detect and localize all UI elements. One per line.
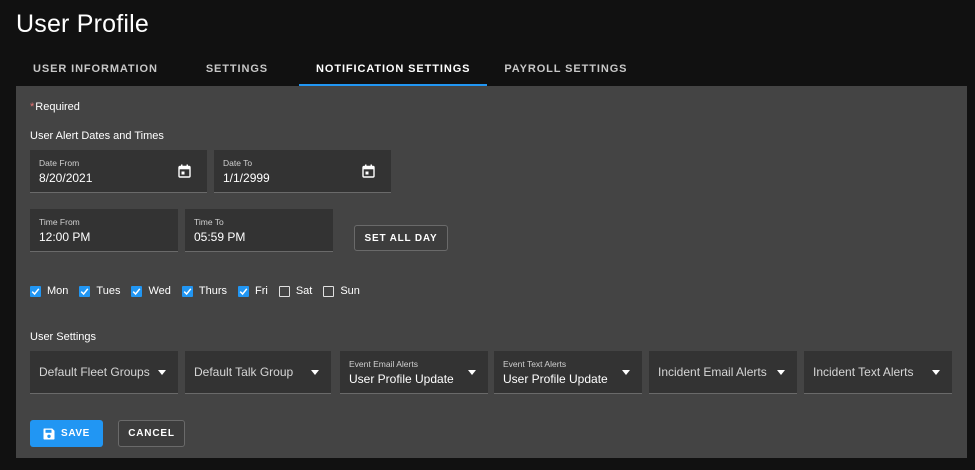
incident-email-alerts-placeholder: Incident Email Alerts [658, 365, 767, 379]
tab-payroll-settings[interactable]: PAYROLL SETTINGS [487, 52, 644, 86]
incident-email-alerts-select[interactable]: Incident Email Alerts [649, 351, 797, 394]
caret-down-icon [932, 370, 940, 375]
page-title: User Profile [16, 10, 149, 38]
tab-user-information[interactable]: USER INFORMATION [16, 52, 175, 86]
date-to-value: 1/1/2999 [223, 171, 270, 185]
day-monday[interactable]: Mon [30, 285, 68, 297]
day-sunday[interactable]: Sun [323, 285, 360, 297]
checkbox-checked-icon[interactable] [181, 285, 193, 297]
day-label: Sat [295, 285, 313, 297]
checkbox-unchecked-icon[interactable] [323, 285, 335, 297]
weekday-checkboxes: Mon Tues Wed Thurs Fri Sat Sun [30, 285, 371, 297]
day-wednesday[interactable]: Wed [131, 285, 171, 297]
required-text: Required [35, 101, 80, 113]
incident-text-alerts-select[interactable]: Incident Text Alerts [804, 351, 952, 394]
event-email-alerts-select[interactable]: Event Email Alerts User Profile Update [340, 351, 488, 394]
time-to-label: Time To [194, 217, 224, 227]
default-fleet-groups-select[interactable]: Default Fleet Groups [30, 351, 178, 394]
day-label: Thurs [198, 285, 227, 297]
caret-down-icon [622, 370, 630, 375]
checkbox-unchecked-icon[interactable] [278, 285, 290, 297]
date-from-label: Date From [39, 158, 80, 168]
event-text-alerts-value: User Profile Update [503, 372, 608, 386]
calendar-icon[interactable] [178, 164, 191, 178]
date-from-value: 8/20/2021 [39, 171, 93, 185]
save-button-label: SAVE [61, 428, 90, 439]
day-label: Wed [148, 285, 171, 297]
time-to-field[interactable]: Time To 05:59 PM [185, 209, 333, 252]
date-to-field[interactable]: Date To 1/1/2999 [214, 150, 391, 193]
user-alert-section-title: User Alert Dates and Times [30, 130, 164, 142]
day-label: Sun [340, 285, 360, 297]
time-from-value: 12:00 PM [39, 230, 91, 244]
caret-down-icon [777, 370, 785, 375]
day-label: Tues [96, 285, 121, 297]
time-to-value: 05:59 PM [194, 230, 246, 244]
event-email-alerts-value: User Profile Update [349, 372, 454, 386]
event-text-alerts-label: Event Text Alerts [503, 359, 567, 369]
calendar-icon[interactable] [362, 164, 375, 178]
save-button[interactable]: SAVE [30, 420, 103, 447]
default-talk-group-placeholder: Default Talk Group [194, 365, 294, 379]
caret-down-icon [158, 370, 166, 375]
default-talk-group-select[interactable]: Default Talk Group [185, 351, 331, 394]
cancel-button[interactable]: CANCEL [118, 420, 185, 447]
date-from-field[interactable]: Date From 8/20/2021 [30, 150, 207, 193]
day-saturday[interactable]: Sat [278, 285, 313, 297]
required-note: *Required [30, 101, 80, 113]
floppy-disk-icon [43, 428, 55, 439]
required-star: * [30, 101, 35, 113]
time-from-label: Time From [39, 217, 80, 227]
date-to-label: Date To [223, 158, 253, 168]
day-tuesday[interactable]: Tues [79, 285, 120, 297]
checkbox-checked-icon[interactable] [238, 285, 249, 297]
time-from-field[interactable]: Time From 12:00 PM [30, 209, 178, 252]
notification-settings-panel: *Required User Alert Dates and Times Dat… [16, 86, 967, 458]
tab-bar: USER INFORMATION SETTINGS NOTIFICATION S… [16, 52, 644, 86]
event-email-alerts-label: Event Email Alerts [349, 359, 418, 369]
checkbox-checked-icon[interactable] [79, 285, 91, 297]
day-label: Mon [47, 285, 69, 297]
day-label: Fri [255, 285, 268, 297]
tab-settings[interactable]: SETTINGS [189, 52, 285, 86]
incident-text-alerts-placeholder: Incident Text Alerts [813, 365, 914, 379]
event-text-alerts-select[interactable]: Event Text Alerts User Profile Update [494, 351, 642, 394]
caret-down-icon [468, 370, 476, 375]
set-all-day-button[interactable]: SET ALL DAY [354, 225, 448, 251]
checkbox-checked-icon[interactable] [30, 285, 41, 297]
user-settings-section-title: User Settings [30, 331, 97, 343]
checkbox-checked-icon[interactable] [131, 285, 143, 297]
day-friday[interactable]: Fri [238, 285, 268, 297]
day-thursday[interactable]: Thurs [181, 285, 227, 297]
caret-down-icon [311, 370, 319, 375]
tab-notification-settings[interactable]: NOTIFICATION SETTINGS [299, 52, 488, 86]
default-fleet-groups-placeholder: Default Fleet Groups [39, 365, 150, 379]
